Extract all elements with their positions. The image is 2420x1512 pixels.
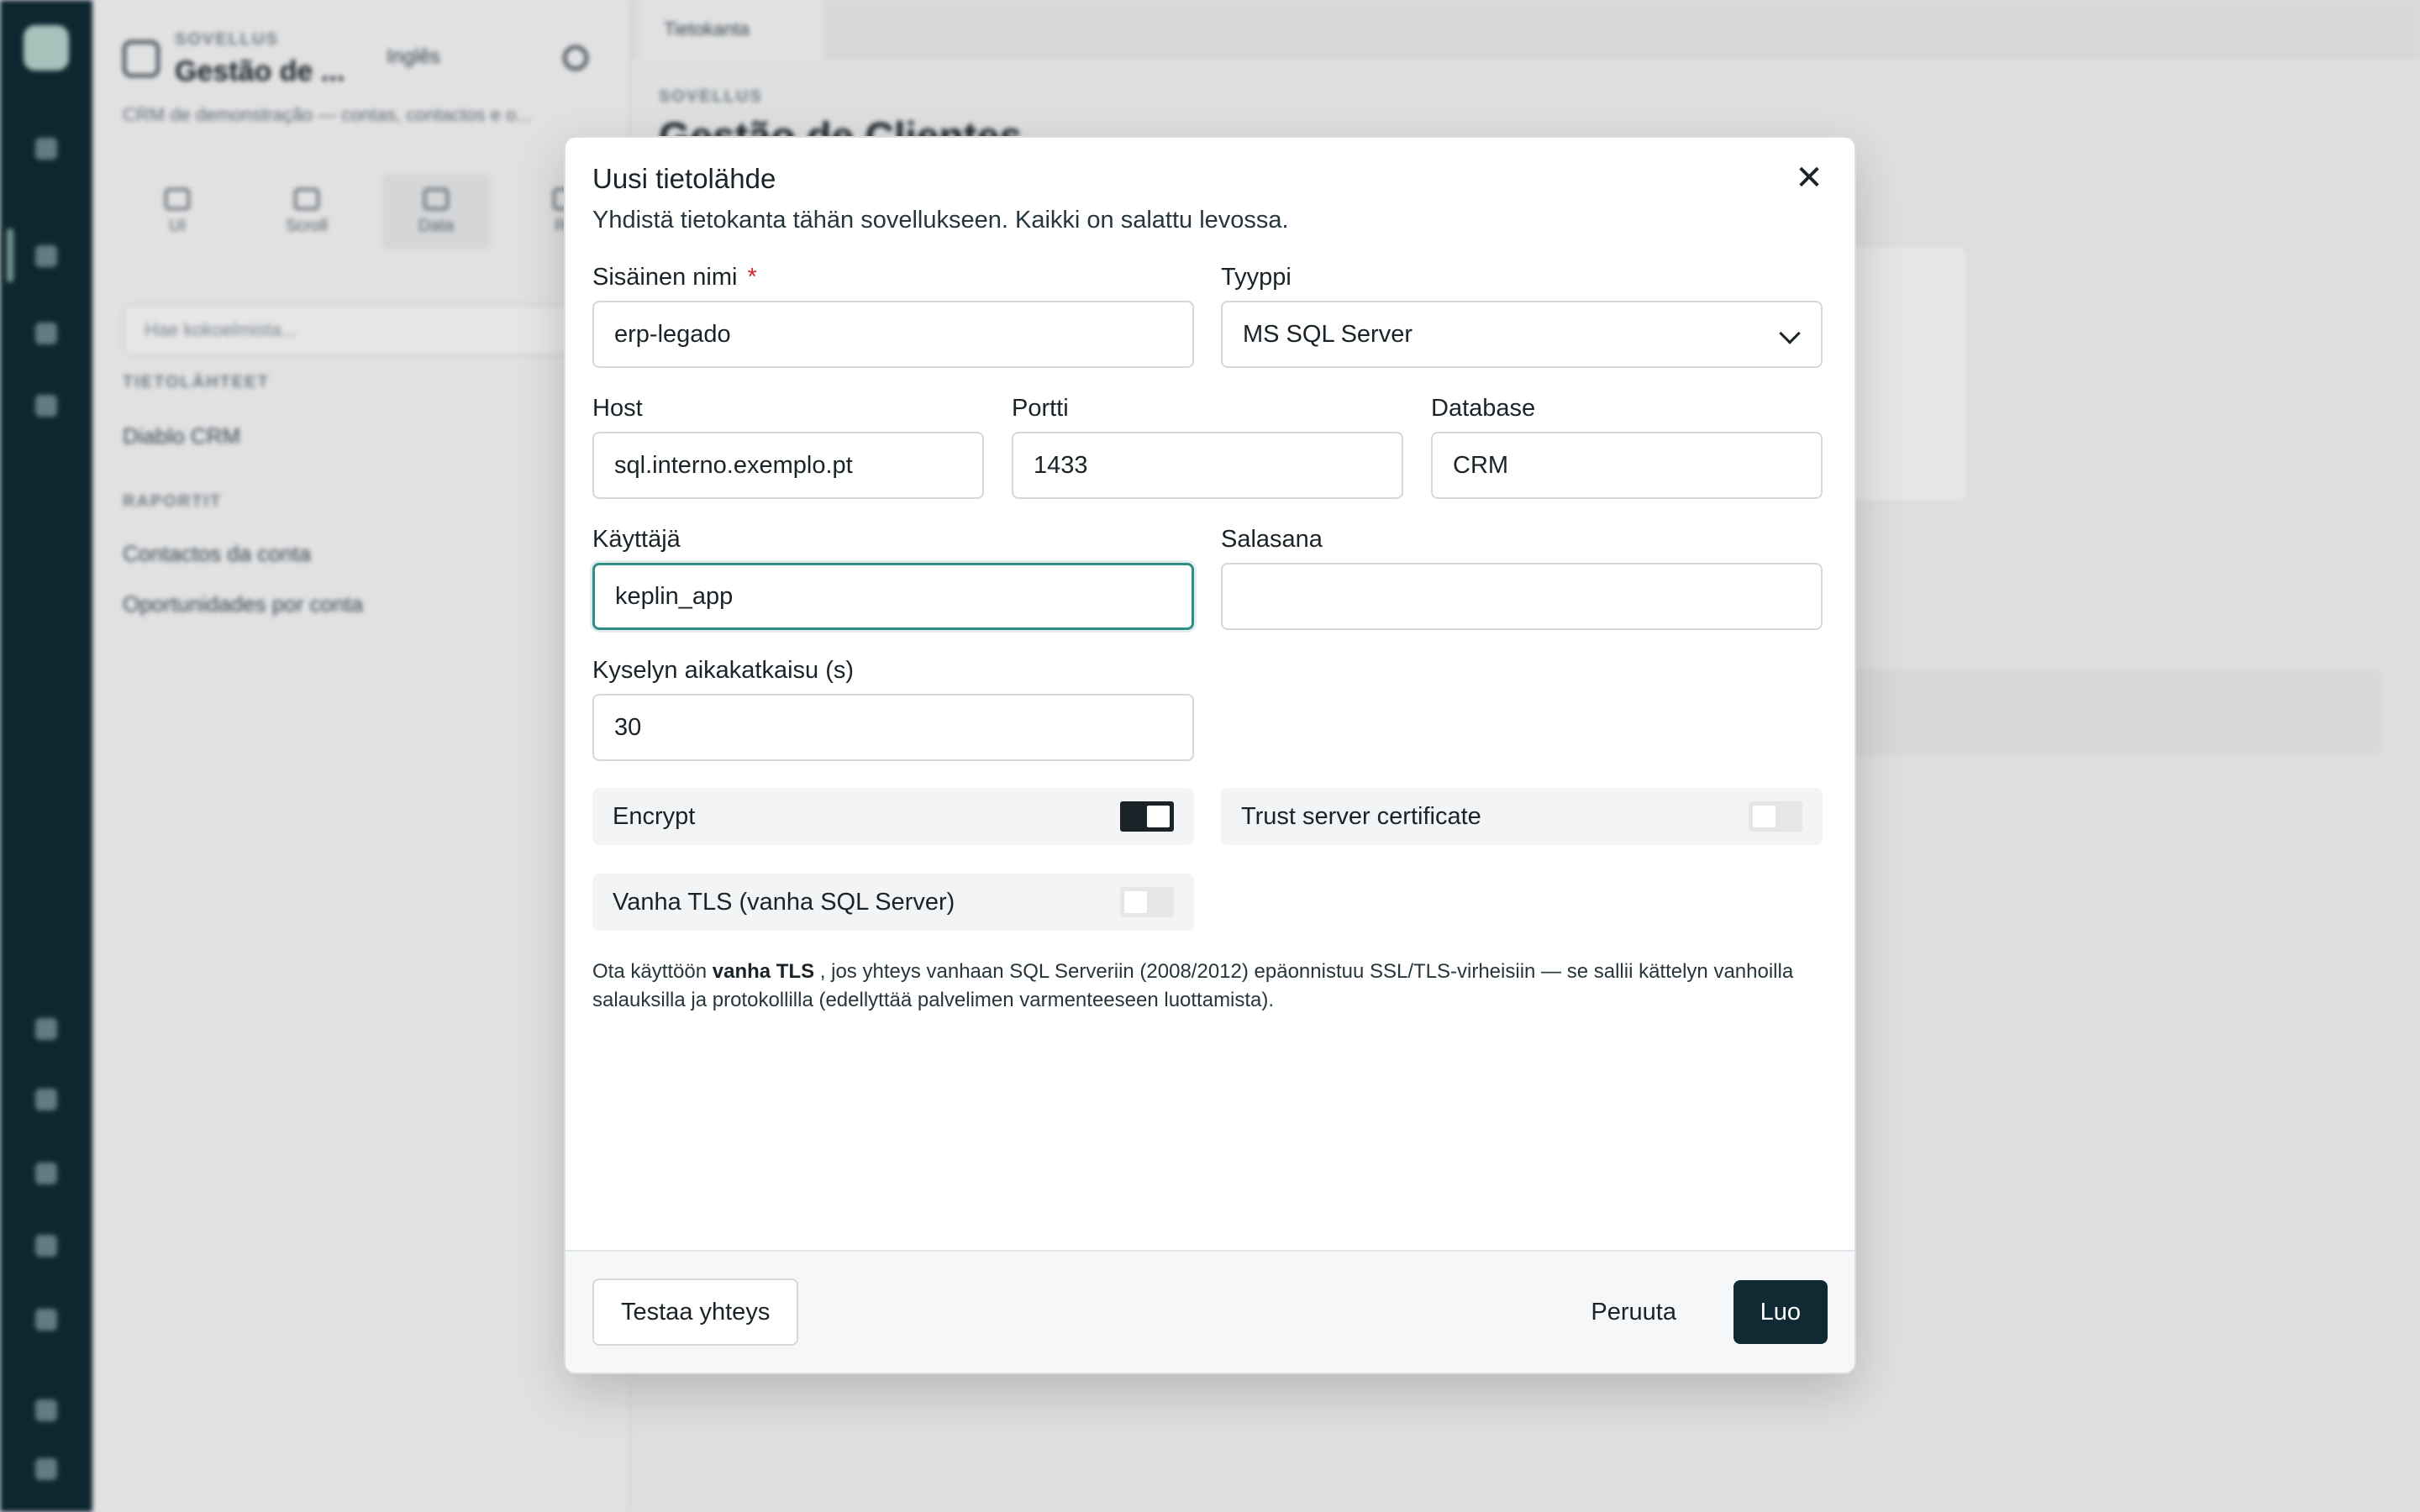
encrypt-label: Encrypt: [613, 802, 696, 830]
user-label: Käyttäjä: [592, 526, 681, 553]
encrypt-switch[interactable]: [1120, 801, 1174, 832]
chevron-down-icon: [1779, 323, 1801, 344]
trust-cert-toggle-row[interactable]: Trust server certificate: [1221, 788, 1823, 845]
help-bold: vanha TLS: [712, 960, 815, 983]
host-label: Host: [592, 395, 643, 422]
type-select[interactable]: MS SQL Server: [1221, 301, 1823, 368]
type-label: Tyyppi: [1221, 264, 1292, 291]
internal-name-label: Sisäinen nimi *: [592, 264, 757, 291]
legacy-tls-toggle-row[interactable]: Vanha TLS (vanha SQL Server): [592, 874, 1194, 931]
host-input[interactable]: sql.interno.exemplo.pt: [592, 432, 984, 499]
switch-knob: [1753, 806, 1776, 827]
timeout-label: Kyselyn aikakatkaisu (s): [592, 657, 855, 684]
new-datasource-dialog: ✕ Uusi tietolähde Yhdistä tietokanta täh…: [564, 136, 1856, 1374]
switch-knob: [1147, 806, 1170, 827]
timeout-input[interactable]: 30: [592, 694, 1194, 761]
switch-knob: [1124, 891, 1147, 913]
port-input[interactable]: 1433: [1012, 432, 1403, 499]
legacy-tls-switch[interactable]: [1120, 887, 1174, 917]
database-input[interactable]: CRM: [1431, 432, 1823, 499]
encrypt-toggle-row[interactable]: Encrypt: [592, 788, 1194, 845]
cancel-button[interactable]: Peruuta: [1579, 1278, 1688, 1346]
trust-cert-switch[interactable]: [1749, 801, 1802, 832]
dialog-footer: Testaa yhteys Peruuta Luo: [566, 1250, 1854, 1373]
password-label: Salasana: [1221, 526, 1323, 553]
test-connection-button[interactable]: Testaa yhteys: [592, 1278, 799, 1346]
legacy-tls-label: Vanha TLS (vanha SQL Server): [613, 888, 955, 916]
password-input[interactable]: [1221, 563, 1823, 630]
close-icon[interactable]: ✕: [1789, 158, 1829, 198]
user-input[interactable]: keplin_app: [592, 563, 1194, 630]
internal-name-input[interactable]: erp-legado: [592, 301, 1194, 368]
create-button[interactable]: Luo: [1733, 1280, 1828, 1344]
type-select-value: MS SQL Server: [1243, 320, 1413, 348]
trust-cert-label: Trust server certificate: [1241, 802, 1481, 830]
dialog-subtitle: Yhdistä tietokanta tähän sovellukseen. K…: [592, 207, 1289, 234]
port-label: Portti: [1012, 395, 1069, 422]
help-prefix: Ota käyttöön: [592, 960, 708, 983]
required-mark: *: [747, 264, 757, 291]
database-label: Database: [1431, 395, 1536, 422]
internal-name-label-text: Sisäinen nimi: [592, 264, 738, 291]
dialog-title: Uusi tietolähde: [592, 163, 776, 194]
legacy-tls-help: Ota käyttöön vanha TLS , jos yhteys vanh…: [592, 958, 1819, 1015]
